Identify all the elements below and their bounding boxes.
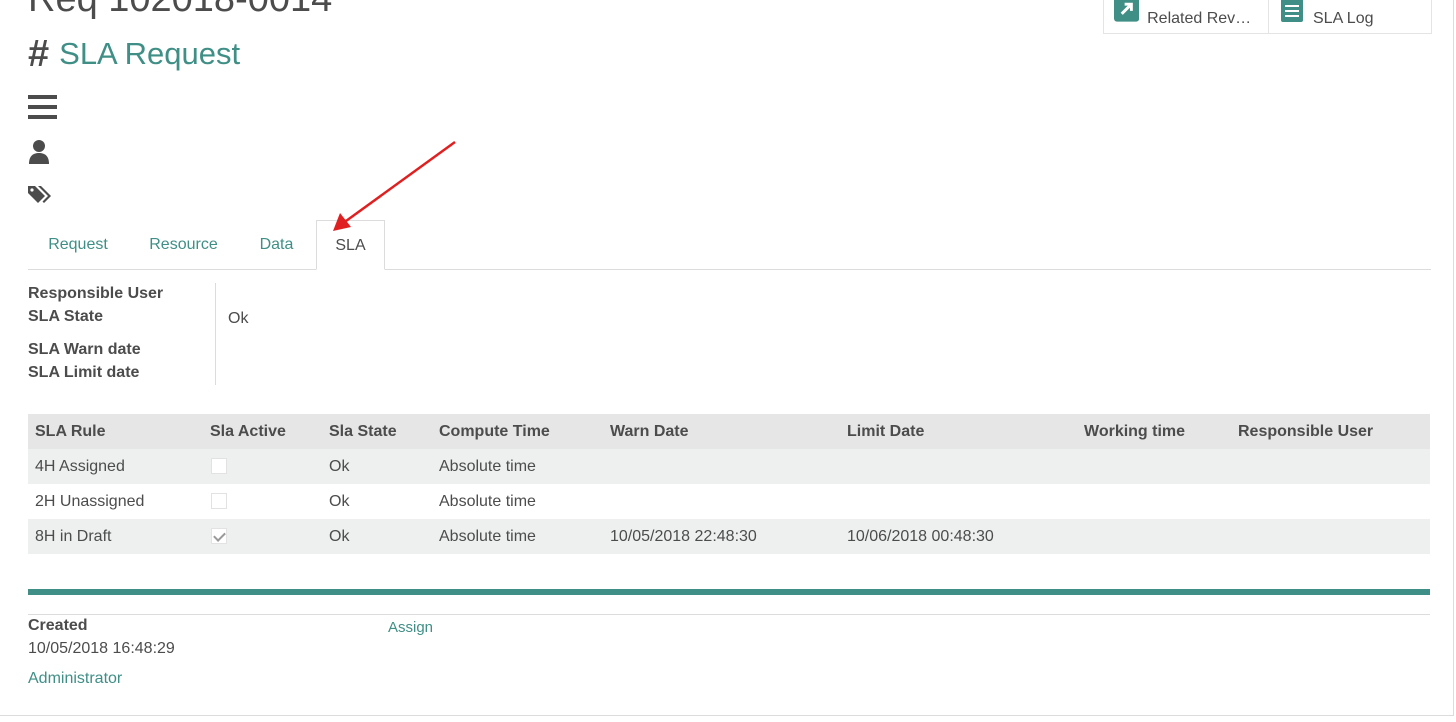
column-warn-date[interactable]: Warn Date — [603, 414, 840, 449]
chatter-divider — [28, 614, 1430, 615]
cell-sla-state: Ok — [322, 519, 432, 554]
cell-working-time — [1077, 519, 1231, 554]
column-sla-active[interactable]: Sla Active — [203, 414, 322, 449]
hash-icon: # — [28, 33, 50, 75]
tab-resource[interactable]: Resource — [138, 220, 229, 270]
sla-limit-date-label: SLA Limit date — [28, 364, 140, 381]
sla-active-checkbox-checked — [211, 528, 227, 545]
sla-state-label: SLA State — [28, 308, 103, 325]
cell-sla-state: Ok — [322, 449, 432, 484]
cell-compute-time: Absolute time — [432, 519, 603, 554]
column-compute-time[interactable]: Compute Time — [432, 414, 603, 449]
tab-request[interactable]: Request — [28, 220, 128, 270]
sla-active-checkbox — [211, 493, 227, 510]
sla-log-button[interactable]: SLA Log — [1268, 0, 1431, 33]
sla-active-checkbox — [211, 458, 227, 475]
cell-warn-date — [603, 449, 840, 484]
related-reversal-button[interactable]: Related Rever... — [1104, 0, 1268, 33]
cell-sla-rule: 4H Assigned — [28, 449, 203, 484]
cell-limit-date — [840, 484, 1077, 519]
cell-responsible-user — [1231, 519, 1430, 554]
cell-working-time — [1077, 484, 1231, 519]
user-icon[interactable] — [28, 139, 50, 165]
table-row[interactable]: 2H Unassigned Ok Absolute time — [28, 484, 1430, 519]
list-icon[interactable] — [28, 94, 58, 120]
form-sheet: Req 102018-0014 # SLA Request Related Re… — [0, 0, 1454, 716]
cell-sla-rule: 2H Unassigned — [35, 492, 145, 510]
related-reversal-label: Related Rever... — [1147, 10, 1258, 27]
cell-responsible-user — [1231, 484, 1430, 519]
tab-sla[interactable]: SLA — [316, 220, 385, 270]
subtitle-text[interactable]: SLA Request — [59, 34, 240, 74]
external-link-icon — [1114, 0, 1140, 22]
column-sla-rule[interactable]: SLA Rule — [28, 414, 203, 449]
created-date: 10/05/2018 16:48:29 — [28, 640, 175, 657]
table-row[interactable]: 4H Assigned Ok Absolute time — [28, 449, 1430, 484]
table-header-row: SLA Rule Sla Active Sla State Compute Ti… — [28, 414, 1430, 449]
cell-sla-state: Ok — [329, 492, 350, 510]
tab-data[interactable]: Data — [248, 220, 305, 270]
cell-sla-active — [203, 449, 322, 484]
cell-warn-date — [603, 484, 840, 519]
cell-warn-date: 10/05/2018 22:48:30 — [603, 519, 840, 554]
column-limit-date[interactable]: Limit Date — [840, 414, 1077, 449]
record-subtitle: # SLA Request — [28, 34, 240, 74]
sla-log-label: SLA Log — [1313, 10, 1374, 27]
assign-link[interactable]: Assign — [388, 619, 433, 636]
cell-working-time — [1077, 449, 1231, 484]
cell-limit-date: 10/06/2018 00:48:30 — [840, 519, 1077, 554]
tags-icon[interactable] — [28, 184, 54, 206]
sla-state-value: Ok — [228, 310, 249, 327]
cell-responsible-user — [1231, 449, 1430, 484]
responsible-user-label: Responsible User — [28, 285, 164, 302]
cell-compute-time: Absolute time — [439, 492, 536, 510]
column-responsible-user[interactable]: Responsible User — [1231, 414, 1430, 449]
cell-compute-time: Absolute time — [432, 449, 603, 484]
record-title: Req 102018-0014 — [28, 0, 332, 21]
document-icon — [1281, 0, 1303, 22]
table-row[interactable]: 8H in Draft Ok Absolute time 10/05/2018 … — [28, 519, 1430, 554]
sla-field-group: Responsible User SLA State SLA Warn date… — [28, 283, 216, 385]
cell-sla-active — [203, 484, 322, 519]
cell-sla-active — [203, 519, 322, 554]
notebook-tabs: Request Resource Data SLA — [28, 220, 1431, 270]
status-bar — [28, 589, 1430, 595]
sla-warn-date-label: SLA Warn date — [28, 341, 141, 358]
created-by-link[interactable]: Administrator — [28, 670, 122, 688]
column-sla-state[interactable]: Sla State — [322, 414, 432, 449]
cell-limit-date — [840, 449, 1077, 484]
column-working-time[interactable]: Working time — [1077, 414, 1231, 449]
smart-button-box: Related Rever... SLA Log — [1103, 0, 1432, 34]
cell-sla-rule: 8H in Draft — [28, 519, 203, 554]
sla-table: SLA Rule Sla Active Sla State Compute Ti… — [28, 414, 1430, 554]
created-label: Created — [28, 617, 88, 634]
